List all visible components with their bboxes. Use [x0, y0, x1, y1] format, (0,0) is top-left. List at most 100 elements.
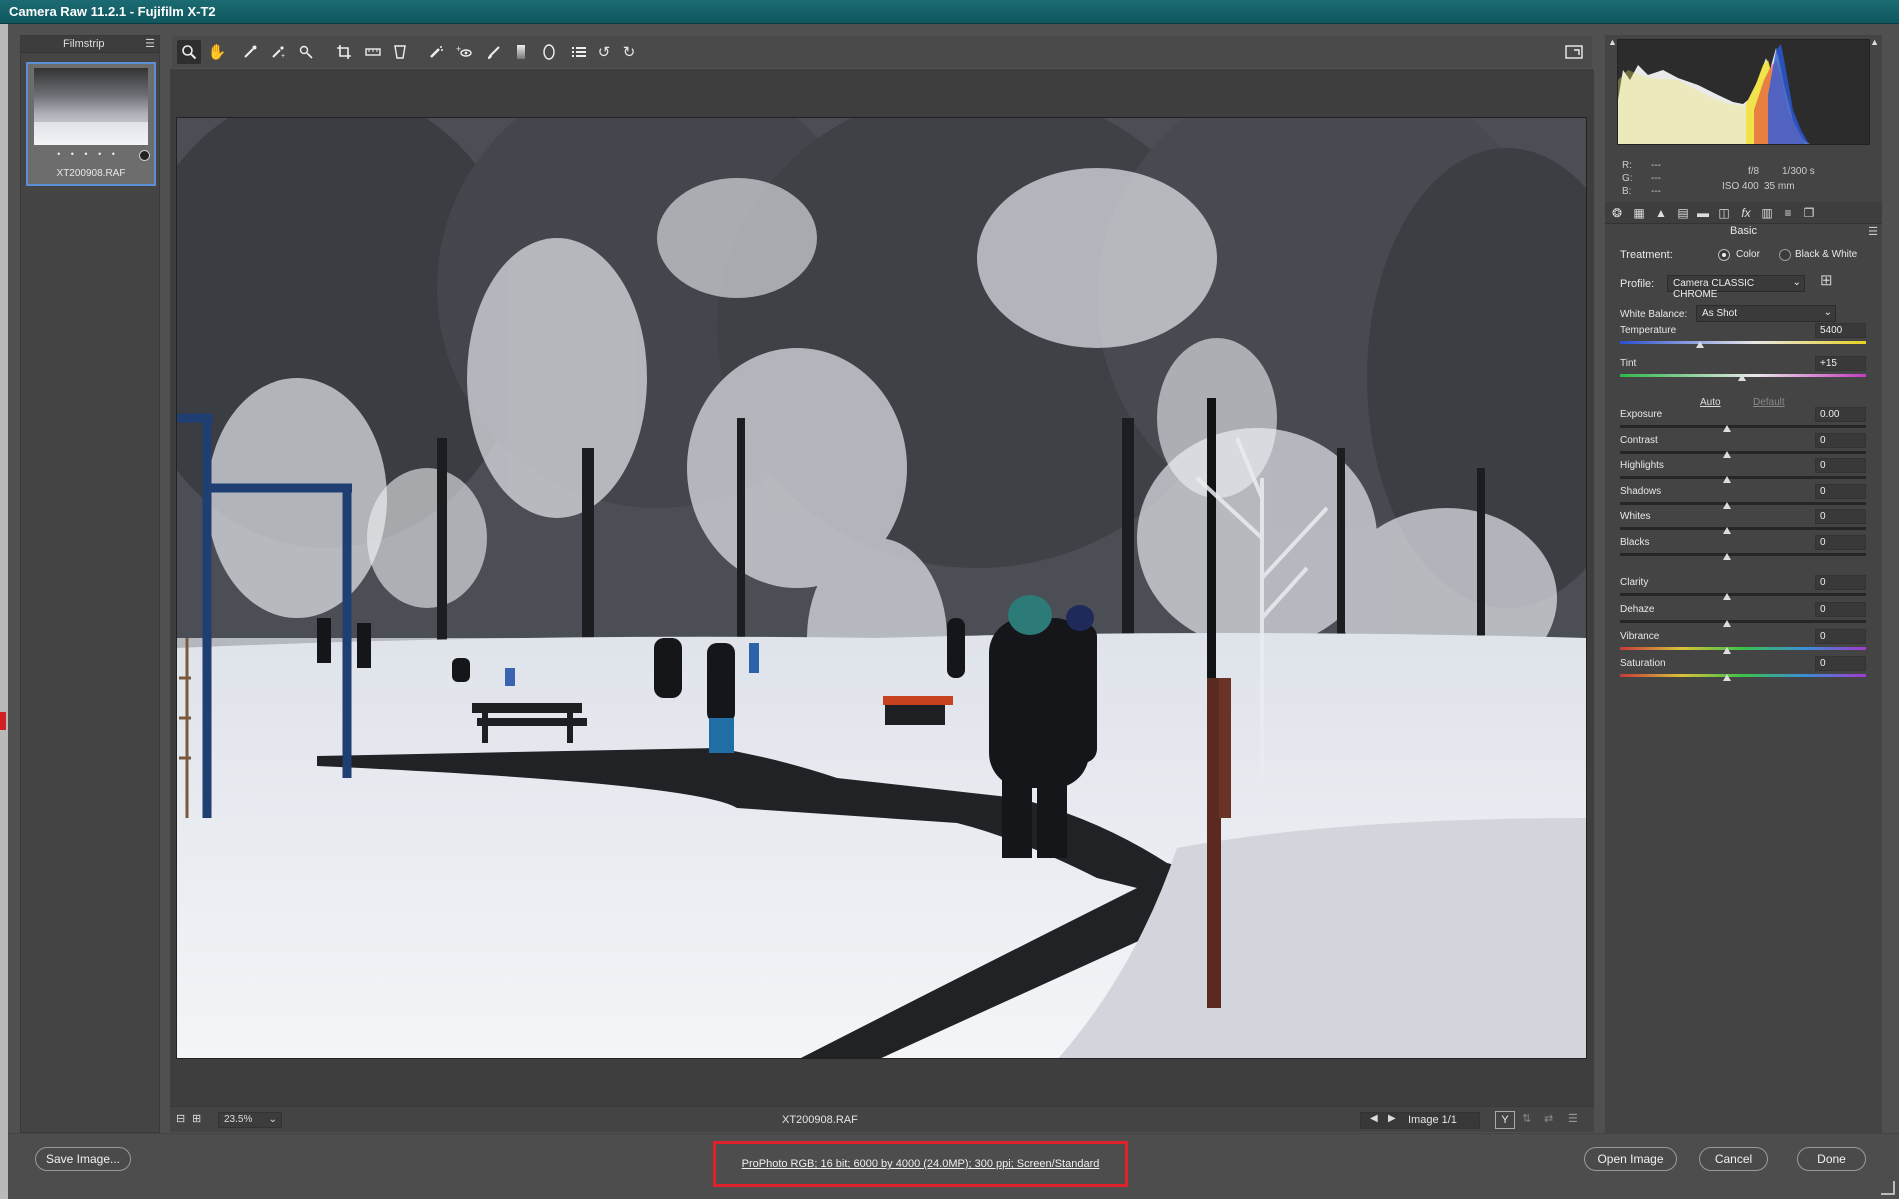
slider-handle-contrast[interactable] [1723, 451, 1731, 458]
hand-tool-icon[interactable]: ✋ [205, 40, 229, 64]
slider-value-contrast[interactable]: 0 [1815, 433, 1866, 448]
slider-handle-tint[interactable] [1738, 374, 1746, 381]
presets-tab-icon[interactable]: ≡ [1780, 205, 1796, 221]
slider-value-temperature[interactable]: 5400 [1815, 323, 1866, 338]
zoom-level-select[interactable]: 23.5% ⌄ [218, 1112, 282, 1128]
zoom-out-icon[interactable]: ⊟ [176, 1112, 185, 1125]
rotate-cw-icon[interactable]: ↻ [617, 40, 641, 64]
radial-filter-icon[interactable] [537, 40, 561, 64]
slider-track-whites[interactable] [1620, 527, 1866, 530]
preview-area[interactable] [170, 69, 1594, 1106]
toggle-fullscreen-icon[interactable] [1562, 40, 1586, 64]
thumbnail-rating[interactable]: • • • • • [28, 149, 148, 159]
hsl-tab-icon[interactable]: ▤ [1675, 205, 1691, 221]
left-edge-strip [0, 24, 8, 1199]
adjustment-brush-icon[interactable] [482, 40, 506, 64]
shadow-clipping-icon[interactable]: ▲ [1608, 37, 1617, 47]
save-image-button[interactable]: Save Image... [35, 1147, 131, 1171]
slider-handle-saturation[interactable] [1723, 674, 1731, 681]
slider-track-highlights[interactable] [1620, 476, 1866, 479]
auto-button[interactable]: Auto [1700, 397, 1721, 408]
slider-track-saturation[interactable] [1620, 674, 1866, 677]
slider-track-shadows[interactable] [1620, 502, 1866, 505]
graduated-filter-icon[interactable] [509, 40, 533, 64]
straighten-tool-icon[interactable] [361, 40, 385, 64]
open-image-button[interactable]: Open Image [1584, 1147, 1677, 1171]
split-toning-tab-icon[interactable]: ▬ [1695, 205, 1711, 221]
slider-handle-temperature[interactable] [1696, 341, 1704, 348]
slider-track-vibrance[interactable] [1620, 647, 1866, 650]
default-button[interactable]: Default [1753, 397, 1785, 408]
profile-select[interactable]: Camera CLASSIC CHROME ⌄ [1667, 275, 1805, 300]
snapshots-tab-icon[interactable]: ❐ [1801, 205, 1817, 221]
slider-handle-blacks[interactable] [1723, 553, 1731, 560]
slider-handle-shadows[interactable] [1723, 502, 1731, 509]
edit-badge-icon [139, 150, 150, 161]
basic-tab-icon[interactable]: ❂ [1609, 205, 1625, 221]
white-balance-label: White Balance: [1620, 309, 1688, 320]
slider-label-saturation: Saturation [1620, 658, 1666, 669]
transform-tool-icon[interactable] [388, 40, 412, 64]
slider-track-exposure[interactable] [1620, 425, 1866, 428]
slider-value-tint[interactable]: +15 [1815, 356, 1866, 371]
slider-track-dehaze[interactable] [1620, 620, 1866, 623]
rotate-ccw-icon[interactable]: ↺ [592, 40, 616, 64]
slider-track-contrast[interactable] [1620, 451, 1866, 454]
slider-value-whites[interactable]: 0 [1815, 509, 1866, 524]
zoom-tool-icon[interactable] [177, 40, 201, 64]
calibration-tab-icon[interactable]: ▥ [1759, 205, 1775, 221]
previous-image-icon[interactable]: ◀ [1370, 1113, 1378, 1124]
image-preview[interactable] [176, 117, 1587, 1059]
white-balance-select[interactable]: As Shot ⌄ [1696, 305, 1836, 322]
effects-tab-icon[interactable]: fx [1738, 205, 1754, 221]
detail-tab-icon[interactable]: ▲ [1653, 205, 1669, 221]
slider-handle-highlights[interactable] [1723, 476, 1731, 483]
panel-options-icon[interactable]: ☰ [1868, 225, 1878, 238]
panel-menu-icon[interactable]: ☰ [145, 37, 155, 50]
slider-handle-vibrance[interactable] [1723, 647, 1731, 654]
toggle-settings-icon[interactable]: ☰ [1568, 1112, 1578, 1125]
cancel-button[interactable]: Cancel [1699, 1147, 1768, 1171]
slider-value-exposure[interactable]: 0.00 [1815, 407, 1866, 422]
b-value: --- [1651, 186, 1661, 197]
filmstrip-thumbnail[interactable]: • • • • • XT200908.RAF [26, 62, 156, 186]
tone-curve-tab-icon[interactable]: ▦ [1631, 205, 1647, 221]
color-sampler-tool-icon[interactable]: + [266, 40, 290, 64]
slider-handle-whites[interactable] [1723, 527, 1731, 534]
slider-handle-exposure[interactable] [1723, 425, 1731, 432]
slider-label-shadows: Shadows [1620, 486, 1662, 497]
copy-settings-icon[interactable]: ⇄ [1544, 1112, 1553, 1125]
zoom-in-icon[interactable]: ⊞ [192, 1112, 201, 1125]
slider-value-blacks[interactable]: 0 [1815, 535, 1866, 550]
slider-value-dehaze[interactable]: 0 [1815, 602, 1866, 617]
slider-value-clarity[interactable]: 0 [1815, 575, 1866, 590]
slider-track-blacks[interactable] [1620, 553, 1866, 556]
before-after-toggle[interactable]: Y [1495, 1111, 1515, 1129]
done-button[interactable]: Done [1797, 1147, 1866, 1171]
treatment-bw-radio[interactable] [1779, 249, 1791, 261]
swap-settings-icon[interactable]: ⇅ [1522, 1112, 1531, 1125]
slider-value-saturation[interactable]: 0 [1815, 656, 1866, 671]
next-image-icon[interactable]: ▶ [1388, 1113, 1396, 1124]
slider-handle-clarity[interactable] [1723, 593, 1731, 600]
treatment-color-radio[interactable] [1718, 249, 1730, 261]
slider-track-temperature[interactable] [1620, 341, 1866, 344]
workflow-options-link[interactable]: ProPhoto RGB; 16 bit; 6000 by 4000 (24.0… [716, 1158, 1125, 1170]
slider-value-vibrance[interactable]: 0 [1815, 629, 1866, 644]
slider-handle-dehaze[interactable] [1723, 620, 1731, 627]
spot-removal-tool-icon[interactable] [424, 40, 448, 64]
targeted-adjustment-tool-icon[interactable] [294, 40, 318, 64]
white-balance-tool-icon[interactable] [238, 40, 262, 64]
profile-browser-icon[interactable]: ⊞ [1820, 271, 1833, 289]
red-eye-removal-tool-icon[interactable]: + [452, 40, 476, 64]
resize-grip-icon[interactable] [1881, 1181, 1895, 1195]
profile-label: Profile: [1620, 278, 1655, 290]
highlight-clipping-icon[interactable]: ▲ [1870, 37, 1879, 47]
slider-label-tint: Tint [1620, 358, 1637, 369]
slider-value-shadows[interactable]: 0 [1815, 484, 1866, 499]
slider-value-highlights[interactable]: 0 [1815, 458, 1866, 473]
lens-corrections-tab-icon[interactable]: ◫ [1716, 205, 1732, 221]
preferences-icon[interactable] [567, 40, 591, 64]
slider-track-clarity[interactable] [1620, 593, 1866, 596]
crop-tool-icon[interactable] [332, 40, 356, 64]
